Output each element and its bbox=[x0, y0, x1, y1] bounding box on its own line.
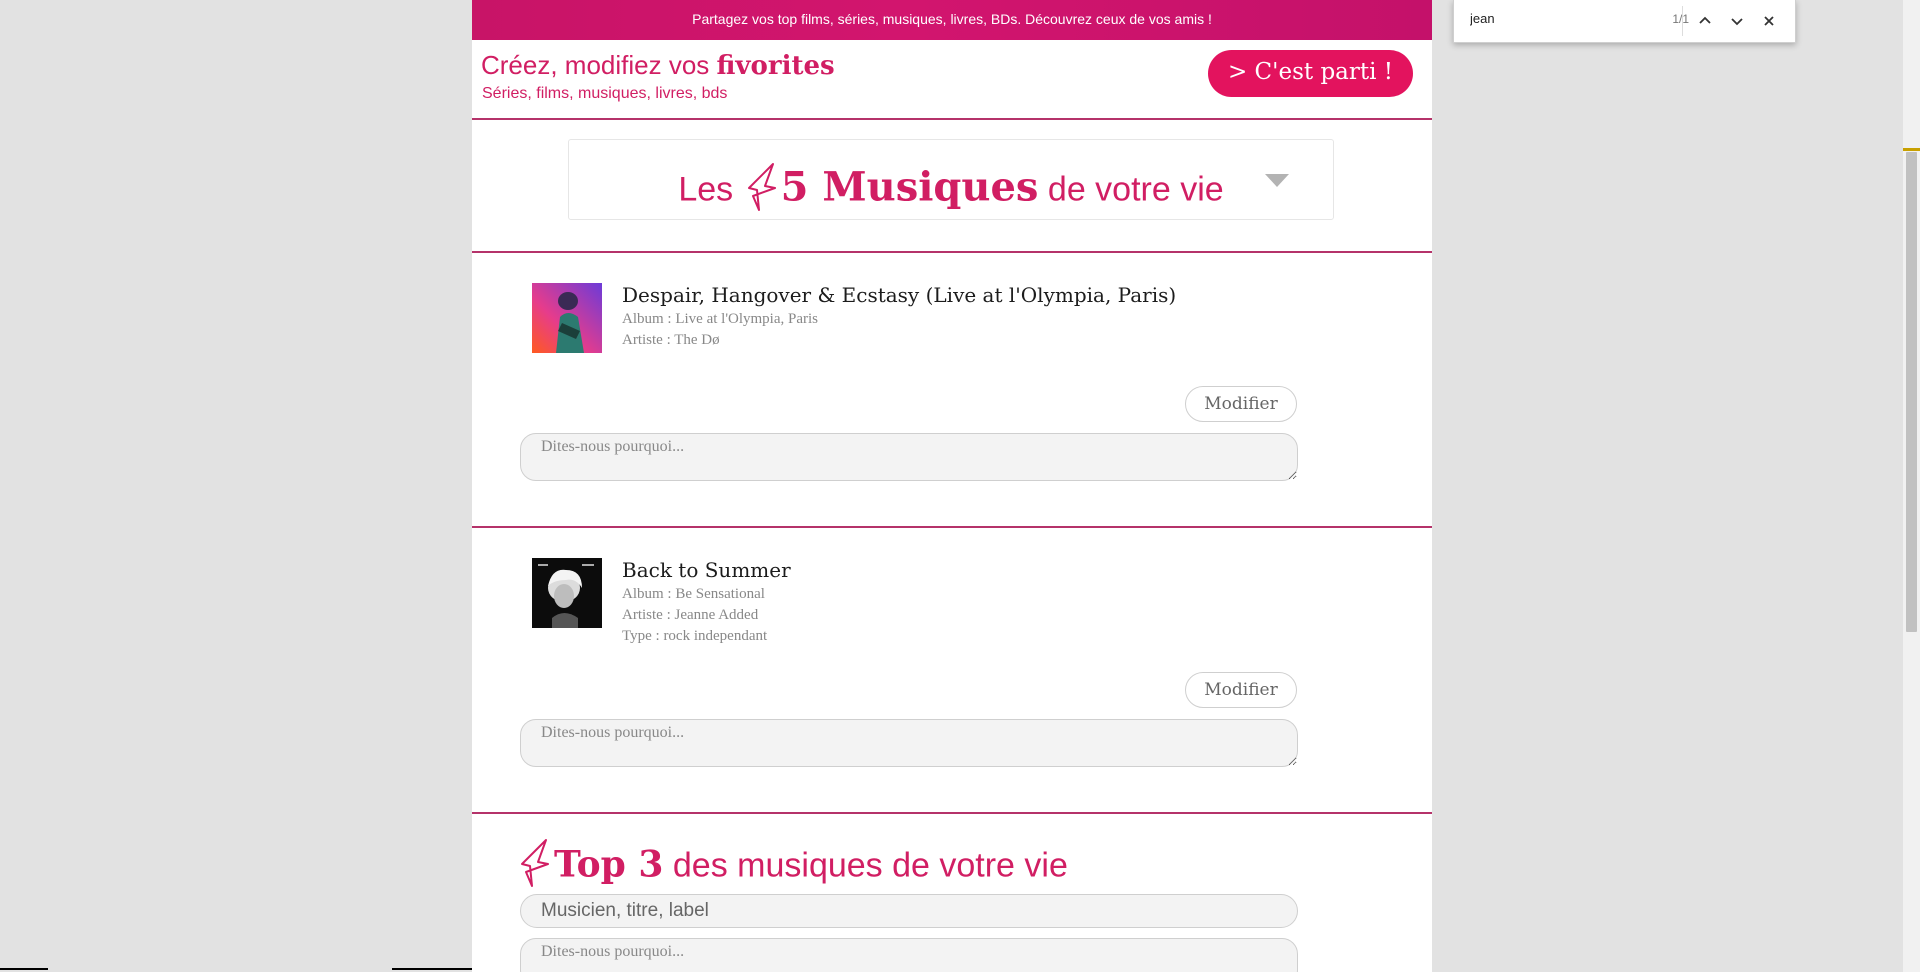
bottom-edge-line bbox=[392, 968, 472, 970]
category-selector[interactable]: Les 5 Musiques de votre vie bbox=[568, 139, 1334, 220]
chevron-up-icon bbox=[1699, 16, 1711, 24]
category-title-prefix: Les bbox=[678, 170, 734, 209]
find-match-marker bbox=[1903, 148, 1920, 151]
album-cover-thumbnail bbox=[532, 558, 602, 628]
page-scrollbar[interactable] bbox=[1903, 0, 1920, 972]
promo-banner-text: Partagez vos top films, séries, musiques… bbox=[692, 11, 1212, 27]
category-title-emphasis: 5 Musiques bbox=[780, 163, 1039, 211]
top3-emphasis: Top 3 bbox=[554, 843, 664, 886]
item-title: Back to Summer bbox=[622, 558, 791, 582]
brand-tagline: Créez, modifiez vos fivorites bbox=[481, 50, 835, 81]
item-type: Type : rock independant bbox=[622, 628, 768, 644]
scrollbar-thumb[interactable] bbox=[1906, 152, 1917, 632]
page-container: Partagez vos top films, séries, musiques… bbox=[472, 0, 1432, 972]
modify-button[interactable]: Modifier bbox=[1185, 386, 1297, 422]
brand-name: fivorites bbox=[716, 51, 835, 81]
get-started-button[interactable]: > C'est parti ! bbox=[1208, 50, 1413, 97]
section-divider bbox=[472, 526, 1432, 528]
category-selector-title: Les 5 Musiques de votre vie bbox=[569, 162, 1333, 221]
find-input[interactable] bbox=[1468, 10, 1632, 27]
top3-heading: Top 3 des musiques de votre vie bbox=[520, 838, 1068, 897]
why-comment-field[interactable] bbox=[520, 938, 1298, 972]
close-icon bbox=[1764, 16, 1774, 26]
item-album: Album : Be Sensational bbox=[622, 586, 765, 602]
category-title-suffix: de votre vie bbox=[1047, 170, 1224, 209]
why-comment-field[interactable] bbox=[520, 433, 1298, 481]
music-search-input[interactable] bbox=[520, 894, 1298, 928]
modify-button[interactable]: Modifier bbox=[1185, 672, 1297, 708]
star-icon bbox=[520, 838, 550, 897]
star-icon bbox=[747, 162, 777, 221]
chevron-down-icon[interactable] bbox=[1265, 174, 1289, 187]
item-artist: Artiste : The Dø bbox=[622, 332, 720, 348]
find-in-page-bar: 1/1 bbox=[1453, 0, 1796, 43]
item-album: Album : Live at l'Olympia, Paris bbox=[622, 311, 819, 327]
promo-banner[interactable]: Partagez vos top films, séries, musiques… bbox=[472, 0, 1432, 40]
why-comment-field[interactable] bbox=[520, 719, 1298, 767]
brand-tagline-prefix: Créez, modifiez vos bbox=[481, 50, 717, 80]
section-divider bbox=[472, 812, 1432, 814]
find-close-button[interactable] bbox=[1758, 10, 1780, 32]
top3-suffix: des musiques de votre vie bbox=[672, 846, 1068, 885]
brand-categories: Séries, films, musiques, livres, bds bbox=[482, 85, 728, 102]
find-previous-button[interactable] bbox=[1694, 10, 1716, 32]
find-match-count: 1/1 bbox=[1672, 12, 1689, 26]
item-artist: Artiste : Jeanne Added bbox=[622, 607, 759, 623]
section-divider bbox=[472, 251, 1432, 253]
bottom-edge-line bbox=[0, 968, 48, 970]
find-next-button[interactable] bbox=[1726, 10, 1748, 32]
album-cover-thumbnail bbox=[532, 283, 602, 353]
browser-viewport: { "banner": { "text": "Partagez vos top … bbox=[0, 0, 1920, 972]
brand-header: Créez, modifiez vos fivorites Séries, fi… bbox=[472, 40, 1432, 120]
chevron-down-icon bbox=[1731, 18, 1743, 26]
item-title: Despair, Hangover & Ecstasy (Live at l'O… bbox=[622, 283, 1177, 307]
find-separator bbox=[1682, 6, 1683, 36]
